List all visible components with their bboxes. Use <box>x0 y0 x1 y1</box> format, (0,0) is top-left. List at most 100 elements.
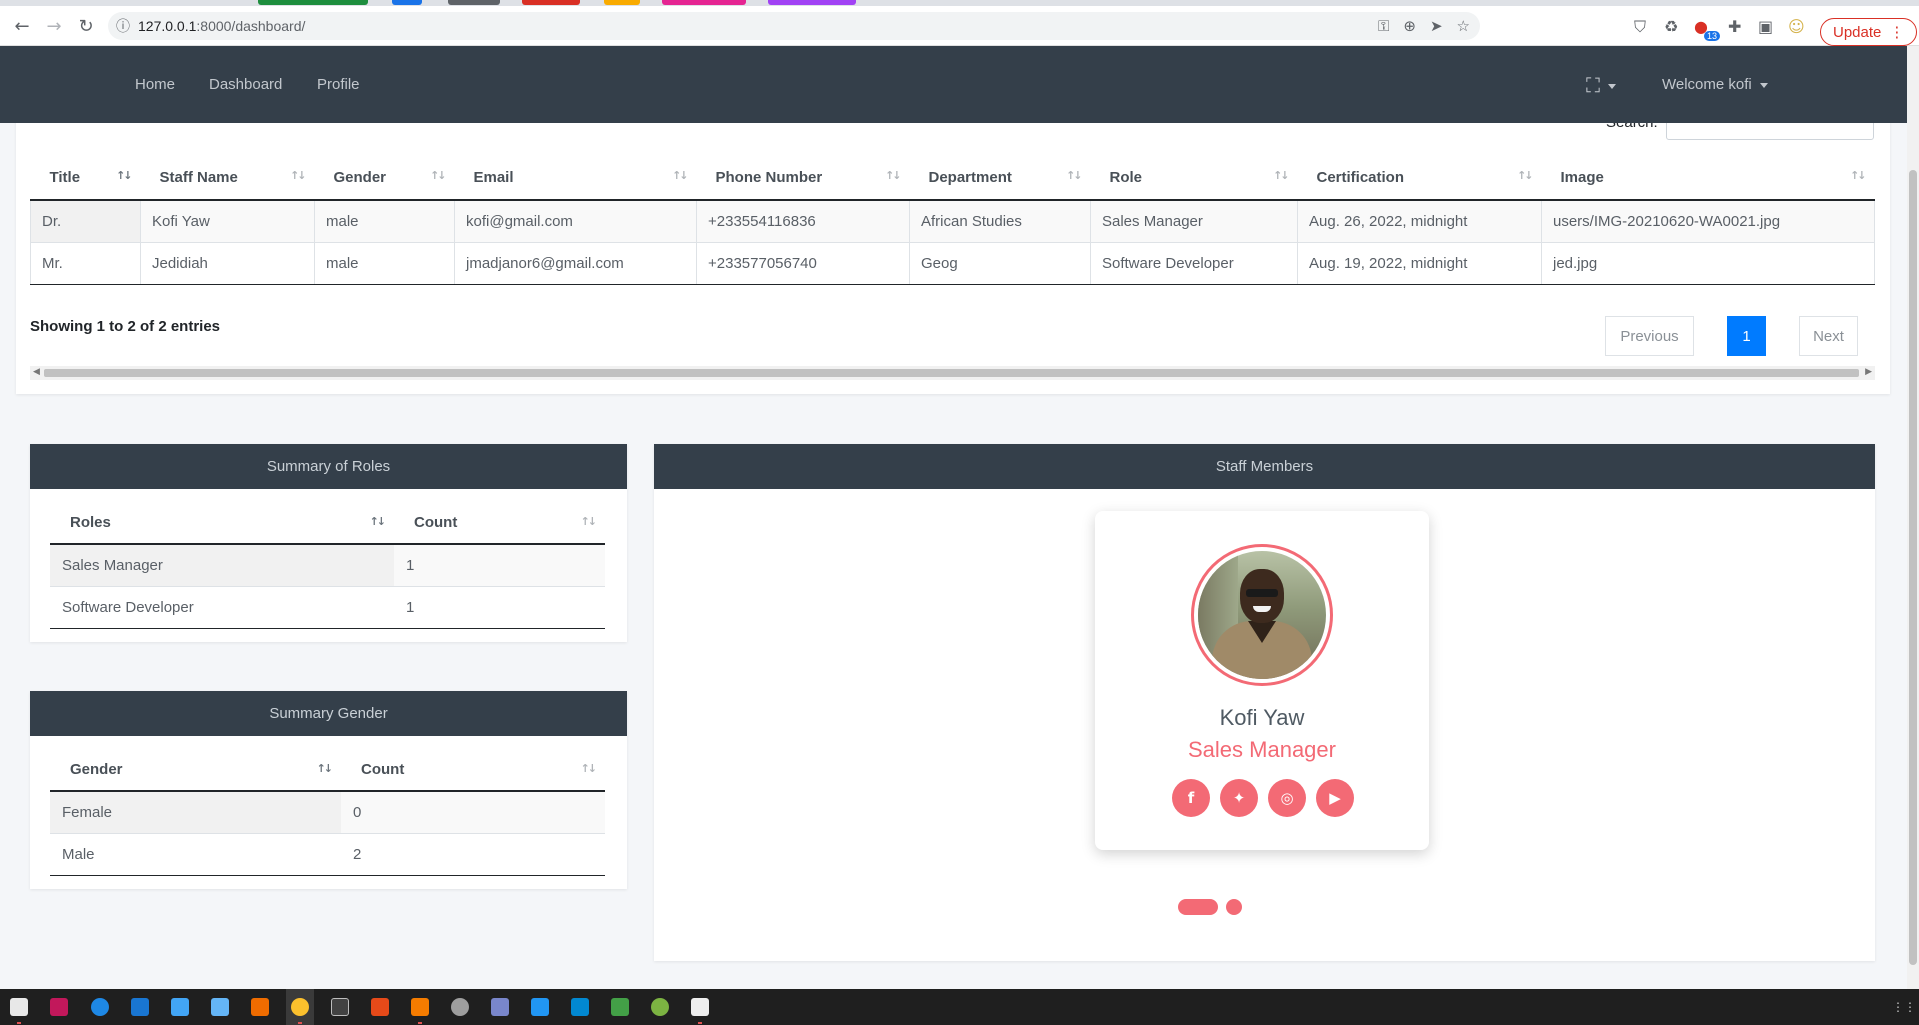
column-header[interactable]: Email ↑↓ <box>454 155 697 201</box>
nav-profile[interactable]: Profile <box>317 76 360 93</box>
staff-table: Title ↑↓ Staff Name ↑↓ Gender ↑↓ Email ↑↓ Ph… <box>30 155 1875 285</box>
zoom-icon[interactable]: ⊕ <box>1403 17 1416 35</box>
table-cell: Sales Manager <box>1090 199 1298 242</box>
table-row: Mr. Jedidiah male jmadjanor6@gmail.com +… <box>30 241 1875 285</box>
nav-dashboard[interactable]: Dashboard <box>209 76 282 93</box>
key-icon[interactable]: ⚿ <box>1378 17 1389 35</box>
column-header[interactable]: Gender ↑↓ <box>50 748 341 792</box>
back-icon[interactable]: ← <box>8 12 36 40</box>
carousel-dot[interactable] <box>1178 899 1218 915</box>
extension-icon[interactable]: ♻ <box>1664 17 1678 36</box>
pagination-next[interactable]: Next <box>1799 316 1858 356</box>
table-cell: +233577056740 <box>696 241 910 285</box>
scrollbar-thumb[interactable] <box>44 369 1859 377</box>
app-icon[interactable] <box>691 998 709 1016</box>
terminal-icon[interactable] <box>331 998 349 1016</box>
column-header[interactable]: Gender ↑↓ <box>314 155 455 201</box>
scrollbar-thumb[interactable] <box>1909 170 1917 965</box>
puzzle-icon[interactable]: ✚ <box>1728 17 1741 36</box>
vscode-icon[interactable] <box>571 998 589 1016</box>
update-button[interactable]: Update ⋮ <box>1820 18 1918 46</box>
table-cell: jed.jpg <box>1541 241 1875 285</box>
app-icon[interactable] <box>371 998 389 1016</box>
column-header[interactable]: Roles ↑↓ <box>50 501 394 545</box>
app-icon[interactable] <box>50 998 68 1016</box>
column-header[interactable]: Department ↑↓ <box>909 155 1091 201</box>
tab-indicator[interactable] <box>662 0 746 5</box>
column-header[interactable]: Image ↑↓ <box>1541 155 1875 201</box>
fullscreen-icon[interactable]: ⛶ <box>1586 73 1616 97</box>
table-cell: Kofi Yaw <box>140 199 315 242</box>
user-menu[interactable]: Welcome kofi <box>1662 76 1768 93</box>
zoom-app-icon[interactable] <box>531 998 549 1016</box>
forward-icon[interactable]: → <box>40 12 68 40</box>
chevron-down-icon <box>1608 84 1616 89</box>
sort-icon: ↑↓ <box>672 169 689 182</box>
bookmark-star-icon[interactable]: ☆ <box>1457 17 1470 35</box>
address-bar[interactable]: ⓘ 127.0.0.1:8000/dashboard/ ⚿ ⊕ ➤ ☆ <box>108 12 1480 40</box>
app-icon[interactable] <box>491 998 509 1016</box>
pagination-page-1[interactable]: 1 <box>1727 316 1766 356</box>
page-scrollbar[interactable] <box>1907 46 1919 989</box>
table-cell: African Studies <box>909 199 1091 242</box>
profile-avatar-icon[interactable]: ☺ <box>1788 17 1805 36</box>
extension-icon[interactable]: ⛉ <box>1634 17 1646 37</box>
sort-icon: ↑↓ <box>316 762 334 775</box>
address-url[interactable]: 127.0.0.1:8000/dashboard/ <box>138 18 305 34</box>
extension-badge: 13 <box>1704 31 1721 41</box>
tab-indicator[interactable] <box>448 0 500 5</box>
site-info-icon[interactable]: ⓘ <box>108 16 138 36</box>
help-icon[interactable] <box>91 998 109 1016</box>
facebook-icon[interactable]: f <box>1172 779 1210 817</box>
table-cell: Aug. 19, 2022, midnight <box>1297 241 1542 285</box>
column-header[interactable]: Count ↑↓ <box>341 748 605 792</box>
running-indicator <box>698 1022 702 1024</box>
instagram-icon[interactable]: ◎ <box>1268 779 1306 817</box>
profile-photo <box>1198 551 1326 679</box>
staff-members-card: Staff Members Kofi Yaw Sales Manager f ✦… <box>654 444 1875 961</box>
spreadsheet-icon[interactable] <box>611 998 629 1016</box>
scroll-left-icon[interactable]: ◀ <box>33 367 40 377</box>
table-cell: male <box>314 199 455 242</box>
table-cell: Female <box>50 790 341 833</box>
side-panel-icon[interactable]: ▣ <box>1758 17 1773 36</box>
reload-icon[interactable]: ↻ <box>72 12 100 40</box>
youtube-icon[interactable]: ▶ <box>1316 779 1354 817</box>
tab-indicator[interactable] <box>768 0 856 5</box>
column-header[interactable]: Count ↑↓ <box>394 501 605 545</box>
sort-icon: ↑↓ <box>1066 169 1083 182</box>
column-header[interactable]: Staff Name ↑↓ <box>140 155 315 201</box>
staff-name: Kofi Yaw <box>1219 705 1305 730</box>
column-header[interactable]: Title ↑↓ <box>30 155 141 201</box>
app-icon[interactable] <box>131 998 149 1016</box>
database-icon[interactable] <box>211 998 229 1016</box>
avatar <box>1191 544 1333 686</box>
twitter-icon[interactable]: ✦ <box>1220 779 1258 817</box>
scroll-right-icon[interactable]: ▶ <box>1865 367 1872 377</box>
sublime-icon[interactable] <box>411 998 429 1016</box>
carousel-dot[interactable] <box>1226 899 1242 915</box>
chrome-icon[interactable] <box>291 998 309 1016</box>
staff-role: Sales Manager <box>1188 737 1336 762</box>
app-grid-icon[interactable]: ⋮⋮⋮ <box>1892 1000 1919 1014</box>
column-header[interactable]: Role ↑↓ <box>1090 155 1298 201</box>
tab-indicator[interactable] <box>604 0 640 5</box>
tab-indicator[interactable] <box>522 0 580 5</box>
files-icon[interactable] <box>10 998 28 1016</box>
tab-indicator[interactable] <box>392 0 422 5</box>
app-icon[interactable] <box>451 998 469 1016</box>
table-cell: +233554116836 <box>696 199 910 242</box>
pagination-previous[interactable]: Previous <box>1605 316 1694 356</box>
app-icon[interactable] <box>651 998 669 1016</box>
column-header[interactable]: Certification ↑↓ <box>1297 155 1542 201</box>
send-icon[interactable]: ➤ <box>1430 17 1443 35</box>
column-header[interactable]: Phone Number ↑↓ <box>696 155 910 201</box>
tab-indicator[interactable] <box>258 0 368 5</box>
nav-home[interactable]: Home <box>135 76 175 93</box>
document-icon[interactable] <box>171 998 189 1016</box>
table-horizontal-scrollbar[interactable]: ◀ ▶ <box>30 366 1875 380</box>
app-icon[interactable] <box>251 998 269 1016</box>
table-info: Showing 1 to 2 of 2 entries <box>30 318 221 335</box>
table-row: Female 0 <box>50 790 605 833</box>
sort-icon: ↑↓ <box>1273 169 1290 182</box>
